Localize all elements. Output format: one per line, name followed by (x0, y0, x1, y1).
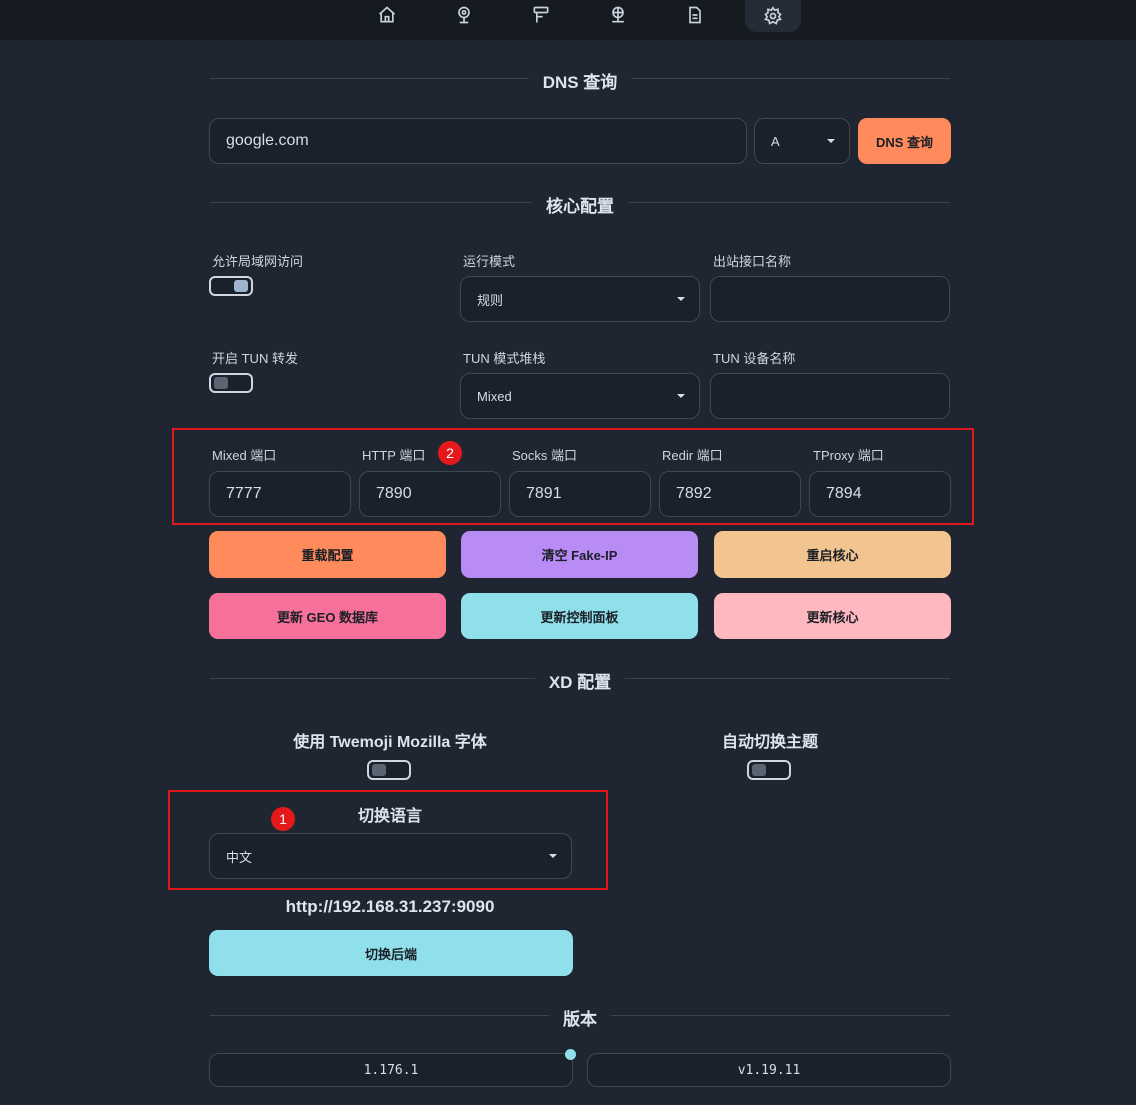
mode-label: 运行模式 (463, 254, 516, 269)
dns-section-title: DNS 查询 (528, 73, 632, 92)
allow-lan-toggle[interactable] (209, 276, 253, 296)
dns-domain-input[interactable]: google.com (209, 118, 747, 164)
dns-record-type-value: A (771, 133, 780, 149)
allow-lan-label: 允许局域网访问 (212, 254, 304, 269)
ports-annotation-box (172, 428, 974, 525)
backend-url: http://192.168.31.237:9090 (285, 897, 495, 916)
tun-device-input[interactable] (710, 373, 950, 419)
xd-section-divider: XD 配置 (210, 668, 950, 692)
restart-core-button[interactable]: 重启核心 (714, 531, 951, 578)
iface-input[interactable] (710, 276, 950, 322)
version-section-divider: 版本 (210, 1005, 950, 1029)
dns-query-button[interactable]: DNS 查询 (858, 118, 951, 164)
tun-stack-value: Mixed (477, 388, 512, 404)
update-core-button[interactable]: 更新核心 (714, 593, 951, 639)
tun-device-label: TUN 设备名称 (713, 351, 796, 366)
update-geo-button[interactable]: 更新 GEO 数据库 (209, 593, 446, 639)
logs-icon[interactable] (667, 0, 723, 30)
top-nav-bar (0, 0, 1136, 40)
annotation-badge-1: 1 (271, 807, 295, 831)
language-annotation-box (168, 790, 608, 890)
dns-section-divider: DNS 查询 (210, 68, 950, 92)
chevron-down-icon (827, 139, 835, 143)
auto-theme-toggle[interactable] (747, 760, 791, 780)
mode-select-value: 规则 (477, 292, 504, 308)
reload-config-button[interactable]: 重载配置 (209, 531, 446, 578)
update-panel-button[interactable]: 更新控制面板 (461, 593, 698, 639)
core-section-title: 核心配置 (532, 197, 628, 216)
tun-label: 开启 TUN 转发 (212, 351, 298, 366)
tun-stack-label: TUN 模式堆栈 (463, 351, 546, 366)
xd-section-title: XD 配置 (534, 673, 626, 692)
overview-icon[interactable] (436, 0, 492, 30)
twemoji-toggle[interactable] (367, 760, 411, 780)
proxies-icon[interactable] (513, 0, 569, 30)
switch-backend-button[interactable]: 切换后端 (209, 930, 573, 976)
core-version-value: v1.19.11 (737, 1062, 801, 1078)
twemoji-label: 使用 Twemoji Mozilla 字体 (293, 734, 487, 751)
ui-version-box: 1.176.1 (209, 1053, 573, 1087)
ui-version-value: 1.176.1 (363, 1062, 419, 1078)
dns-domain-value: google.com (226, 132, 309, 149)
core-section-divider: 核心配置 (210, 192, 950, 216)
core-version-box: v1.19.11 (587, 1053, 951, 1087)
mode-select[interactable]: 规则 (460, 276, 700, 322)
chevron-down-icon (677, 297, 685, 301)
tun-toggle[interactable] (209, 373, 253, 393)
version-section-title: 版本 (549, 1010, 611, 1029)
dns-record-type-select[interactable]: A (754, 118, 850, 164)
chevron-down-icon (677, 394, 685, 398)
annotation-badge-2: 2 (438, 441, 462, 465)
update-indicator-dot (565, 1049, 576, 1060)
home-icon[interactable] (359, 0, 415, 30)
flush-fakeip-button[interactable]: 清空 Fake-IP (461, 531, 698, 578)
tun-stack-select[interactable]: Mixed (460, 373, 700, 419)
connections-icon[interactable] (590, 0, 646, 30)
iface-label: 出站接口名称 (713, 254, 792, 269)
auto-theme-label: 自动切换主题 (721, 734, 818, 751)
settings-icon[interactable] (745, 0, 801, 32)
